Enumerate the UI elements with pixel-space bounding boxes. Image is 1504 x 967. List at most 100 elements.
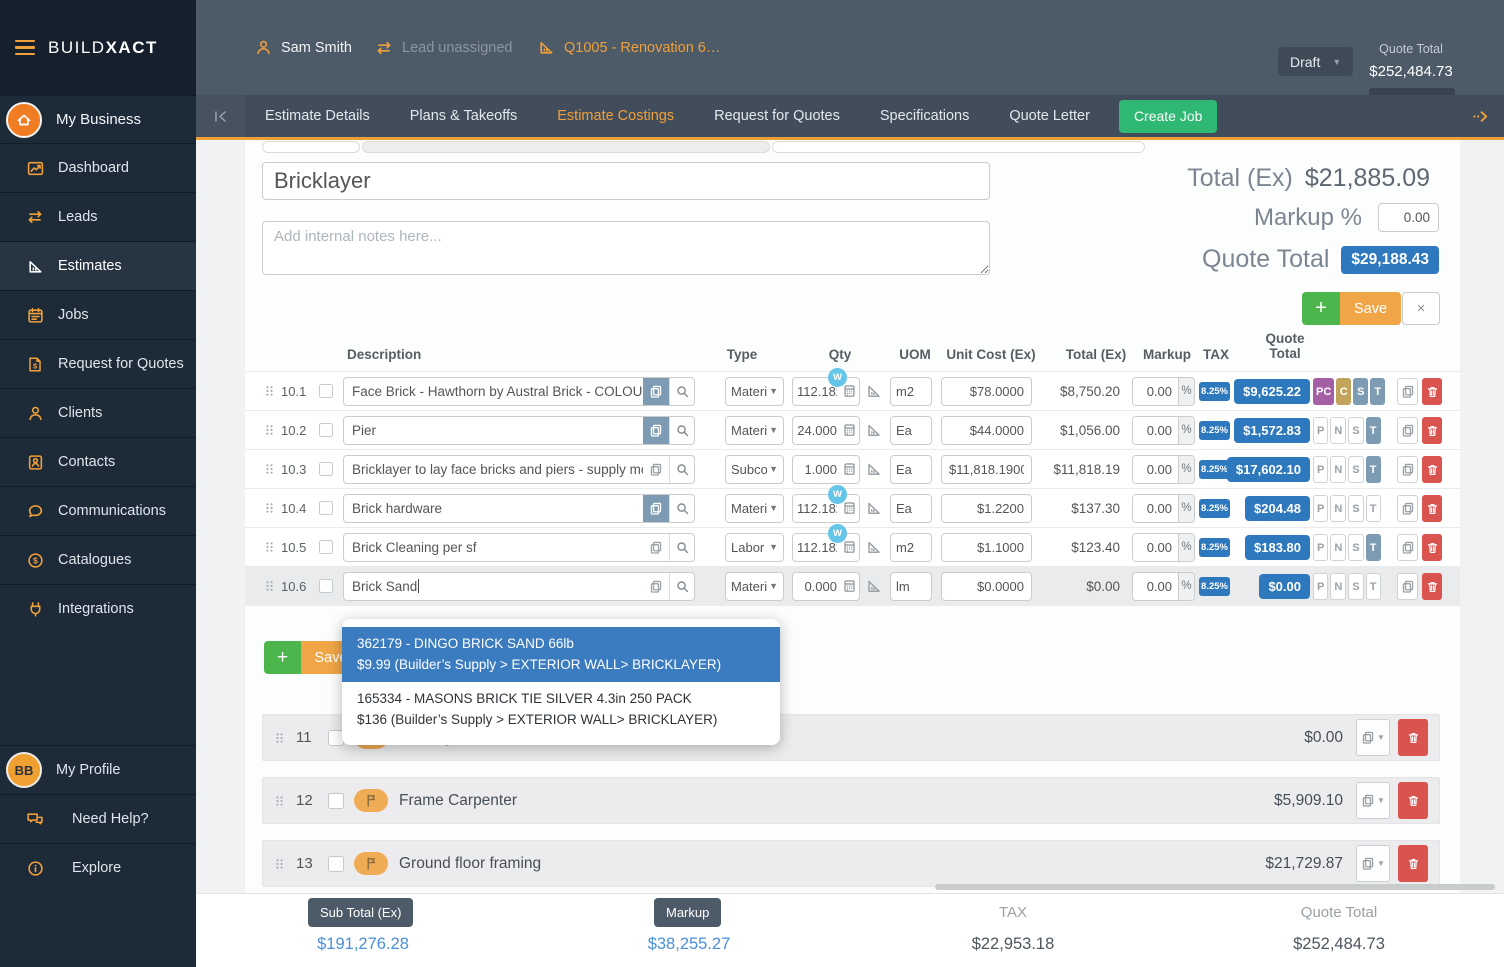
row-markup-input[interactable]: %: [1132, 494, 1195, 523]
delete-category-button[interactable]: [1398, 719, 1428, 756]
category-flag-icon[interactable]: [354, 852, 388, 875]
sidebar-item-estimates[interactable]: Estimates: [0, 241, 196, 290]
delete-category-button[interactable]: [1398, 845, 1428, 882]
tag-button-p[interactable]: P: [1313, 417, 1328, 444]
tag-button-t[interactable]: T: [1366, 495, 1381, 522]
tax-rate-badge[interactable]: 8.25%: [1199, 421, 1230, 440]
sidebar-item-clients[interactable]: Clients: [0, 388, 196, 437]
markup-button[interactable]: Markup: [654, 898, 721, 927]
tab-estimate-costings[interactable]: Estimate Costings: [537, 95, 694, 137]
row-markup-input[interactable]: %: [1132, 377, 1195, 406]
hamburger-menu-icon[interactable]: [15, 40, 35, 56]
sidebar-item-explore[interactable]: Explore: [0, 843, 196, 892]
unit-cost-input[interactable]: [941, 416, 1032, 445]
sidebar-item-my-profile[interactable]: BB My Profile: [0, 745, 196, 794]
workup-badge[interactable]: W: [828, 485, 847, 504]
unit-cost-input[interactable]: [941, 533, 1032, 562]
drag-handle-icon[interactable]: [265, 462, 274, 476]
markup-input[interactable]: [1133, 573, 1178, 600]
category-row[interactable]: 12Frame Carpenter$5,909.10▼: [262, 777, 1440, 824]
type-select[interactable]: Material▼: [725, 494, 784, 523]
copy-row-button[interactable]: [1397, 495, 1418, 522]
tag-button-p[interactable]: P: [1313, 534, 1328, 561]
copy-description-icon[interactable]: [643, 456, 669, 483]
drag-handle-icon[interactable]: [275, 857, 284, 871]
uom-input[interactable]: [890, 455, 932, 484]
row-markup-input[interactable]: %: [1132, 416, 1195, 445]
uom-input[interactable]: [890, 572, 932, 601]
copy-row-button[interactable]: [1397, 378, 1418, 405]
tag-button-t[interactable]: T: [1366, 534, 1381, 561]
description-input[interactable]: Bricklayer to lay face bricks and piers …: [343, 455, 695, 484]
scroll-tabs-right-icon[interactable]: [1470, 109, 1491, 124]
tag-button-pc[interactable]: PC: [1313, 378, 1334, 405]
sidebar-item-communications[interactable]: Communications: [0, 486, 196, 535]
delete-row-button[interactable]: [1422, 378, 1442, 405]
internal-notes-input[interactable]: [262, 221, 990, 275]
sidebar-item-my-business[interactable]: My Business: [0, 95, 196, 143]
row-checkbox[interactable]: [319, 384, 333, 398]
tag-button-c[interactable]: C: [1336, 378, 1351, 405]
tag-button-s[interactable]: S: [1348, 573, 1363, 600]
takeoff-icon[interactable]: [866, 578, 882, 594]
save-button[interactable]: Save: [1340, 292, 1401, 325]
add-row-button[interactable]: +: [264, 641, 301, 674]
tag-button-s[interactable]: S: [1348, 456, 1363, 483]
search-catalogue-icon[interactable]: [669, 378, 694, 405]
category-checkbox[interactable]: [328, 793, 344, 809]
row-checkbox[interactable]: [319, 462, 333, 476]
sub-total-button[interactable]: Sub Total (Ex): [308, 898, 413, 927]
sidebar-item-leads[interactable]: Leads: [0, 192, 196, 241]
category-flag-icon[interactable]: [354, 789, 388, 812]
category-title-input[interactable]: [262, 162, 990, 200]
copy-row-button[interactable]: [1397, 534, 1418, 561]
tax-rate-badge[interactable]: 8.25%: [1199, 382, 1230, 401]
type-select[interactable]: Material▼: [725, 416, 784, 445]
catalogue-suggestion[interactable]: 165334 - MASONS BRICK TIE SILVER 4.3in 2…: [342, 682, 780, 737]
copy-category-button[interactable]: ▼: [1356, 845, 1390, 882]
search-catalogue-icon[interactable]: [669, 417, 694, 444]
sidebar-item-jobs[interactable]: Jobs: [0, 290, 196, 339]
description-input[interactable]: Brick Cleaning per sf: [343, 533, 695, 562]
workup-badge[interactable]: W: [828, 368, 847, 387]
assigned-user[interactable]: Sam Smith: [255, 0, 352, 95]
search-catalogue-icon[interactable]: [669, 495, 694, 522]
scrolled-subtab[interactable]: [362, 141, 770, 153]
copy-description-icon[interactable]: [643, 495, 669, 522]
unit-cost-input[interactable]: [941, 572, 1032, 601]
row-markup-input[interactable]: %: [1132, 455, 1195, 484]
calculator-icon[interactable]: [843, 423, 856, 437]
markup-input[interactable]: [1133, 495, 1178, 522]
sidebar-item-contacts[interactable]: Contacts: [0, 437, 196, 486]
tab-estimate-details[interactable]: Estimate Details: [245, 95, 390, 137]
takeoff-icon[interactable]: [866, 383, 882, 399]
tab-plans-takeoffs[interactable]: Plans & Takeoffs: [390, 95, 537, 137]
tag-button-s[interactable]: S: [1348, 417, 1363, 444]
uom-input[interactable]: [890, 533, 932, 562]
copy-category-button[interactable]: ▼: [1356, 719, 1390, 756]
row-checkbox[interactable]: [319, 423, 333, 437]
type-select[interactable]: Labor▼: [725, 533, 784, 562]
tag-button-t[interactable]: T: [1366, 456, 1381, 483]
sidebar-item-dashboard[interactable]: Dashboard: [0, 143, 196, 192]
tab-specifications[interactable]: Specifications: [860, 95, 989, 137]
calculator-icon[interactable]: [843, 540, 856, 554]
lead-status[interactable]: Lead unassigned: [375, 0, 512, 95]
delete-row-button[interactable]: [1422, 456, 1442, 483]
sidebar-item-catalogues[interactable]: $Catalogues: [0, 535, 196, 584]
markup-input[interactable]: [1133, 417, 1178, 444]
sidebar-item-integrations[interactable]: Integrations: [0, 584, 196, 633]
row-markup-input[interactable]: %: [1132, 572, 1195, 601]
takeoff-icon[interactable]: [866, 539, 882, 555]
delete-row-button[interactable]: [1422, 417, 1442, 444]
row-checkbox[interactable]: [319, 501, 333, 515]
delete-row-button[interactable]: [1422, 495, 1442, 522]
takeoff-icon[interactable]: [866, 461, 882, 477]
description-input[interactable]: Face Brick - Hawthorn by Austral Brick -…: [343, 377, 695, 406]
markup-input[interactable]: [1133, 534, 1178, 561]
drag-handle-icon[interactable]: [265, 384, 274, 398]
calculator-icon[interactable]: [843, 579, 856, 593]
catalogue-suggestion[interactable]: 362179 - DINGO BRICK SAND 66lb$9.99 (Bui…: [342, 627, 780, 682]
category-row[interactable]: 13Ground floor framing$21,729.87▼: [262, 840, 1440, 887]
drag-handle-icon[interactable]: [265, 501, 274, 515]
